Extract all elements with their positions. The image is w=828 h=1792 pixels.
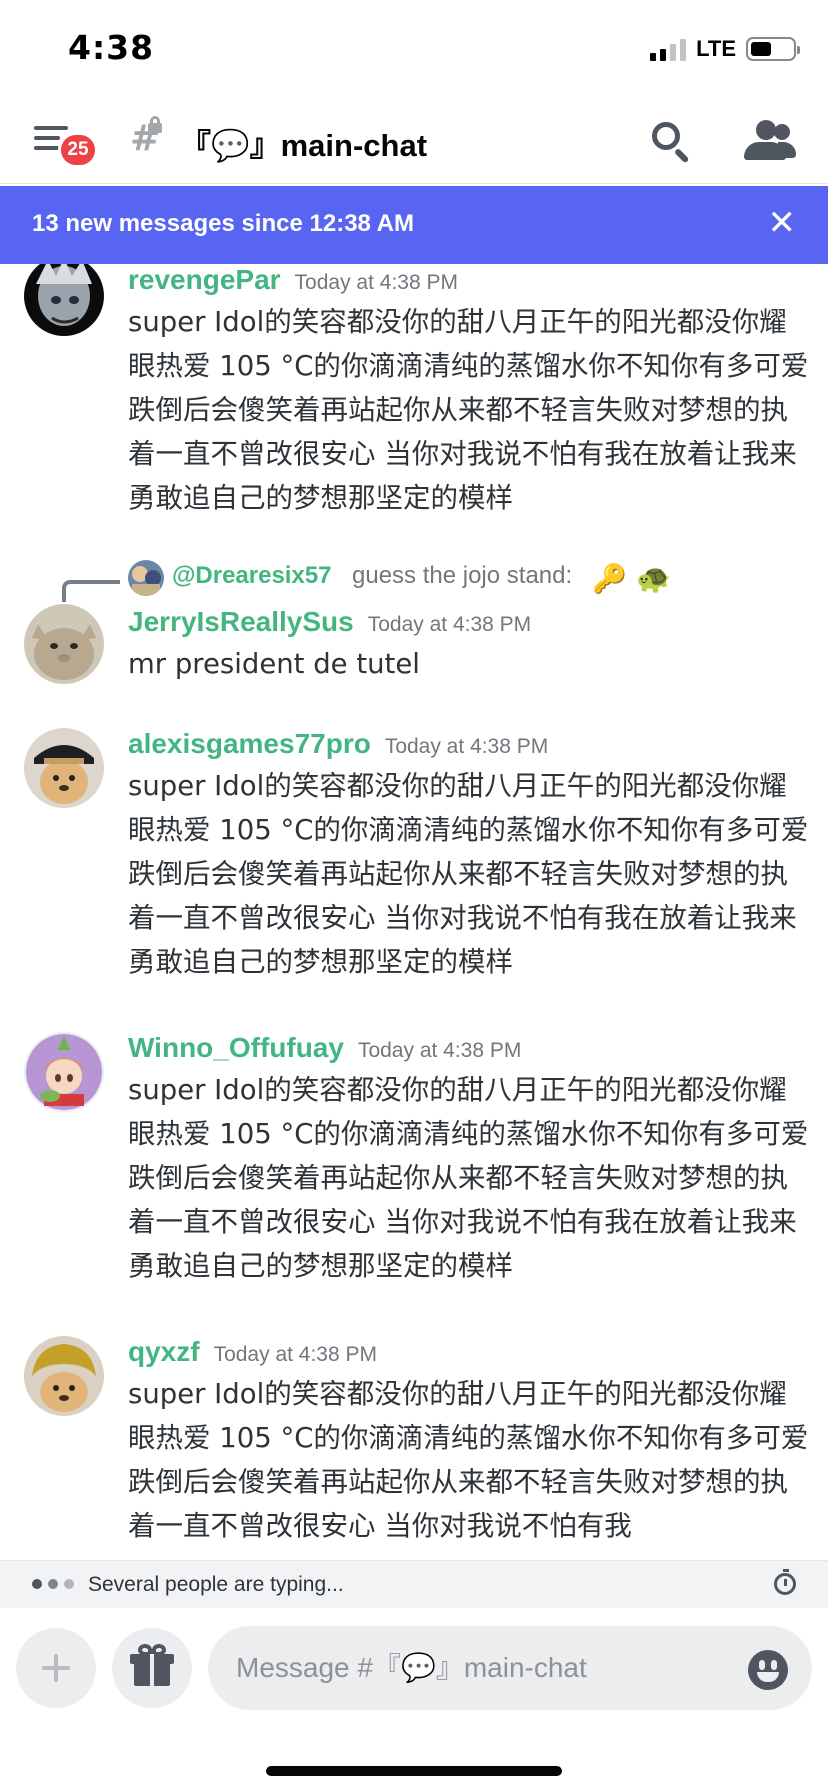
unread-badge: 25 xyxy=(58,132,98,168)
reply-text: guess the jojo stand: xyxy=(352,562,573,589)
channel-header: 25 # 『💬』main-chat xyxy=(0,96,828,184)
typing-indicator: Several people are typing... xyxy=(0,1560,828,1608)
message-text: mr president de tutel xyxy=(128,648,420,680)
avatar[interactable] xyxy=(24,1032,104,1112)
close-icon[interactable]: ✕ xyxy=(768,206,797,240)
home-indicator[interactable] xyxy=(266,1766,562,1776)
avatar[interactable] xyxy=(24,728,104,808)
username-text[interactable]: Winno_Offufuay xyxy=(128,1032,344,1063)
turtle-icon: 🐢 xyxy=(636,562,671,595)
message-text: super Idol的笑容都没你的甜八月正午的阳光都没你耀眼热爱 105 °C的… xyxy=(128,1074,809,1282)
status-time: 4:38 xyxy=(68,28,155,67)
lock-icon xyxy=(148,116,162,133)
avatar[interactable] xyxy=(24,264,104,336)
typing-dots-icon xyxy=(32,1579,74,1589)
username-text[interactable]: revengePar xyxy=(128,264,281,295)
emoji-picker-icon[interactable] xyxy=(748,1650,788,1690)
search-icon[interactable] xyxy=(650,120,694,164)
message-text: super Idol的笑容都没你的甜八月正午的阳光都没你耀眼热爱 105 °C的… xyxy=(128,306,809,514)
status-indicators: LTE xyxy=(650,36,800,62)
members-icon[interactable] xyxy=(742,120,796,164)
username[interactable]: revengePar Today at 4:38 PM xyxy=(128,264,458,296)
username-text[interactable]: JerryIsReallySus xyxy=(128,606,354,637)
username[interactable]: JerryIsReallySus Today at 4:38 PM xyxy=(128,606,531,638)
battery-icon xyxy=(746,37,800,61)
timestamp: Today at 4:38 PM xyxy=(357,1039,522,1062)
composer xyxy=(0,1608,828,1792)
timestamp: Today at 4:38 PM xyxy=(294,271,458,294)
timestamp: Today at 4:38 PM xyxy=(213,1343,378,1366)
avatar[interactable] xyxy=(24,604,104,684)
stopwatch-icon xyxy=(774,1569,796,1595)
channel-title[interactable]: 『💬』main-chat xyxy=(180,120,427,165)
message-text: super Idol的笑容都没你的甜八月正午的阳光都没你耀眼热爱 105 °C的… xyxy=(128,770,809,978)
username[interactable]: qyxzf Today at 4:38 PM xyxy=(128,1336,377,1368)
status-bar: 4:38 LTE xyxy=(0,0,828,96)
reply-preview[interactable]: @Drearesix57 guess the jojo stand: 🔑 🐢 xyxy=(0,560,828,602)
username-text[interactable]: qyxzf xyxy=(128,1336,200,1367)
timestamp: Today at 4:38 PM xyxy=(384,735,549,758)
reply-username[interactable]: @Drearesix57 xyxy=(172,562,332,590)
new-messages-text: 13 new messages since 12:38 AM xyxy=(32,210,414,237)
message-list[interactable]: revengePar Today at 4:38 PM super Idol的笑容… xyxy=(0,264,828,1560)
key-icon: 🔑 xyxy=(592,562,627,595)
typing-text: Several people are typing... xyxy=(88,1573,344,1596)
username-text[interactable]: alexisgames77pro xyxy=(128,728,371,759)
avatar[interactable] xyxy=(24,1336,104,1416)
network-type: LTE xyxy=(696,36,736,61)
reply-spine xyxy=(62,580,120,602)
signal-icon xyxy=(650,37,687,61)
timestamp: Today at 4:38 PM xyxy=(367,613,532,636)
add-attachment-button[interactable] xyxy=(16,1628,96,1708)
username[interactable]: Winno_Offufuay Today at 4:38 PM xyxy=(128,1032,521,1064)
new-messages-bar[interactable]: 13 new messages since 12:38 AM ✕ xyxy=(0,186,828,264)
username[interactable]: alexisgames77pro Today at 4:38 PM xyxy=(128,728,548,760)
reply-avatar xyxy=(128,560,164,596)
message-input[interactable] xyxy=(208,1626,812,1710)
gift-button[interactable] xyxy=(112,1628,192,1708)
message-text: super Idol的笑容都没你的甜八月正午的阳光都没你耀眼热爱 105 °C的… xyxy=(128,1378,809,1542)
